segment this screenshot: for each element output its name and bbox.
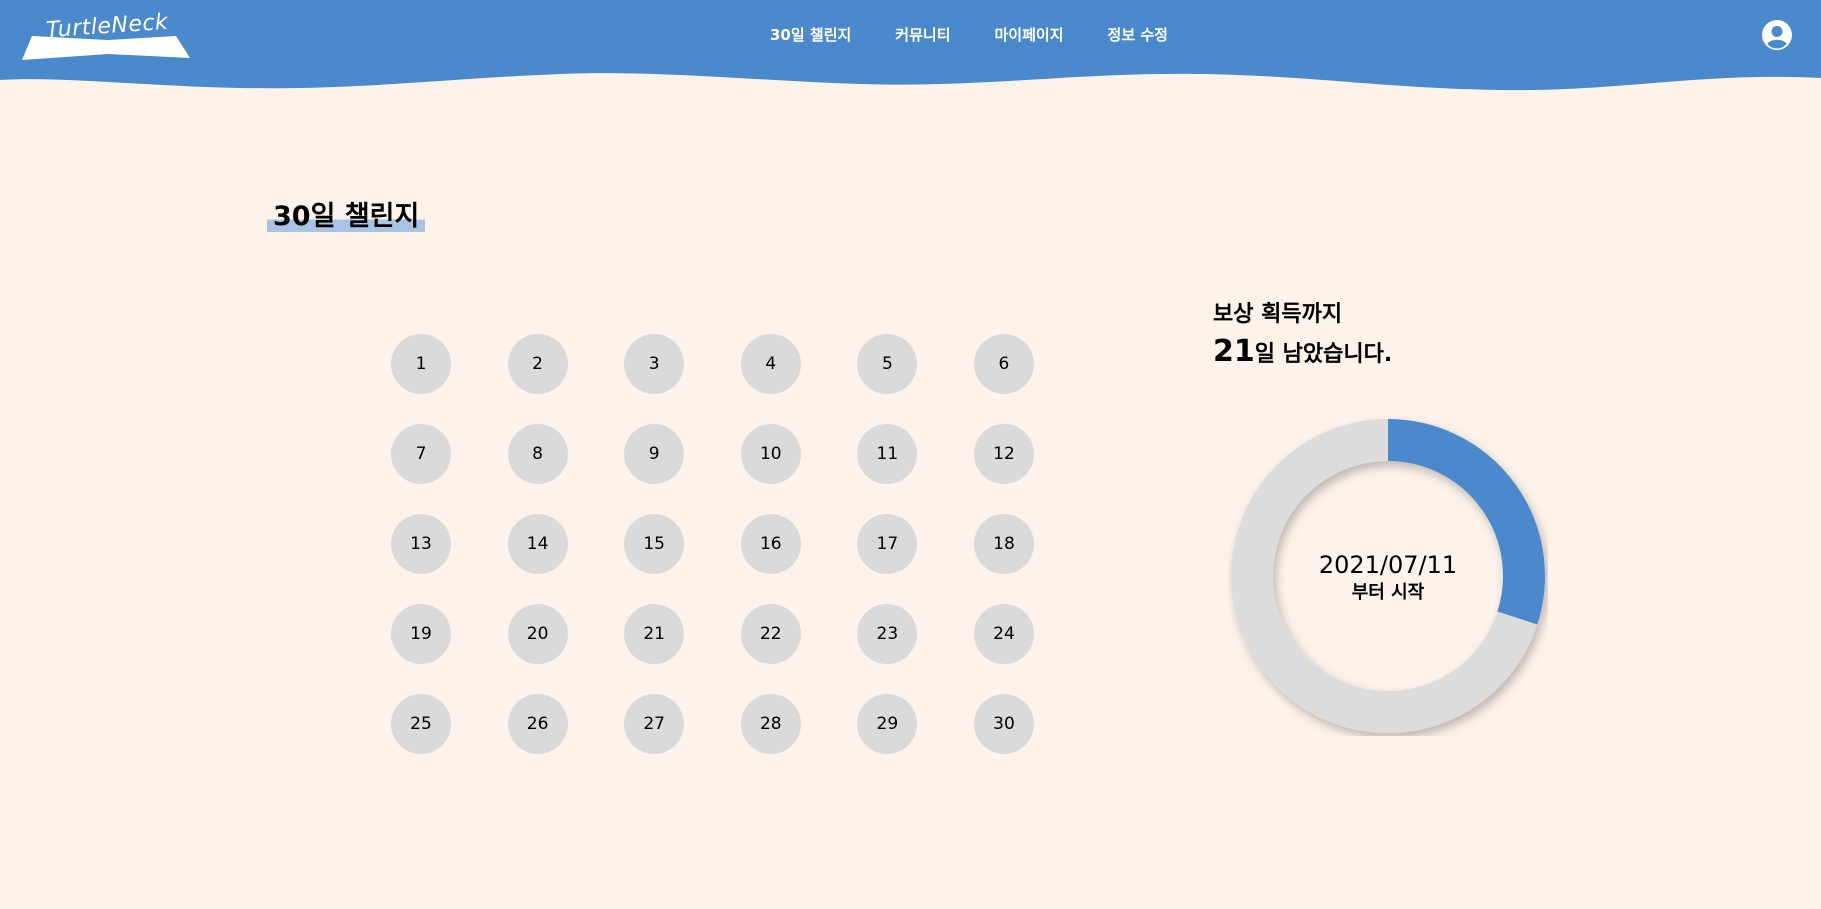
nav-edit-info[interactable]: 정보 수정 bbox=[1108, 24, 1168, 45]
day-circle[interactable]: 26 bbox=[507, 694, 568, 754]
days-left: 21 bbox=[1213, 334, 1255, 369]
day-circle[interactable]: 29 bbox=[857, 694, 918, 754]
day-circle[interactable]: 8 bbox=[507, 424, 568, 484]
day-circle[interactable]: 9 bbox=[624, 424, 685, 484]
reward-line2: 21일 남았습니다. bbox=[1213, 332, 1392, 375]
day-circle[interactable]: 6 bbox=[973, 334, 1034, 394]
day-circle[interactable]: 17 bbox=[857, 514, 918, 574]
user-circle-icon[interactable] bbox=[1762, 20, 1792, 50]
day-circle[interactable]: 30 bbox=[973, 694, 1034, 754]
day-circle[interactable]: 13 bbox=[391, 514, 451, 574]
day-circle[interactable]: 11 bbox=[857, 424, 918, 484]
nav-community[interactable]: 커뮤니티 bbox=[895, 24, 950, 45]
start-label: 부터 시작 bbox=[1351, 582, 1425, 603]
day-circle[interactable]: 12 bbox=[973, 424, 1034, 484]
page-title: 30일 챌린지 bbox=[267, 202, 426, 232]
day-circle[interactable]: 18 bbox=[973, 514, 1034, 574]
day-circle[interactable]: 27 bbox=[624, 694, 685, 754]
nav-mypage[interactable]: 마이페이지 bbox=[995, 24, 1064, 45]
day-circle[interactable]: 15 bbox=[624, 514, 685, 574]
day-circle[interactable]: 28 bbox=[740, 694, 801, 754]
header-bar bbox=[0, 0, 1821, 91]
day-circle[interactable]: 22 bbox=[740, 604, 801, 664]
day-circle[interactable]: 10 bbox=[740, 424, 801, 484]
reward-line1: 보상 획득까지 bbox=[1213, 302, 1343, 327]
day-circle[interactable]: 4 bbox=[740, 334, 801, 394]
day-circle[interactable]: 14 bbox=[507, 514, 568, 574]
day-circle[interactable]: 25 bbox=[391, 694, 451, 754]
day-circle[interactable]: 5 bbox=[857, 334, 918, 394]
day-circle[interactable]: 3 bbox=[624, 334, 685, 394]
logo[interactable]: TurtleNeck bbox=[18, 10, 190, 64]
day-circle[interactable]: 24 bbox=[973, 604, 1034, 664]
day-grid: 1 2 3 4 5 6 7 8 9 10 11 12 13 14 15 16 17 18 19 20 21 22 23 24 2… bbox=[391, 334, 1034, 754]
donut-center: 2021/07/11 부터 시작 bbox=[1228, 550, 1548, 606]
days-left-suffix: 일 남았습니다. bbox=[1254, 342, 1393, 367]
day-circle[interactable]: 1 bbox=[391, 334, 451, 394]
day-circle[interactable]: 2 bbox=[507, 334, 568, 394]
day-circle[interactable]: 19 bbox=[391, 604, 451, 664]
day-circle[interactable]: 23 bbox=[857, 604, 918, 664]
day-circle[interactable]: 20 bbox=[507, 604, 568, 664]
nav-challenge[interactable]: 30일 챌린지 bbox=[770, 24, 851, 45]
day-circle[interactable]: 16 bbox=[740, 514, 801, 574]
reward-info: 보상 획득까지 21일 남았습니다. bbox=[1213, 298, 1392, 375]
day-circle[interactable]: 21 bbox=[624, 604, 685, 664]
start-date: 2021/07/11 bbox=[1318, 551, 1458, 579]
main-nav: 30일 챌린지 커뮤니티 마이페이지 정보 수정 bbox=[770, 24, 1168, 45]
day-circle[interactable]: 7 bbox=[391, 424, 451, 484]
